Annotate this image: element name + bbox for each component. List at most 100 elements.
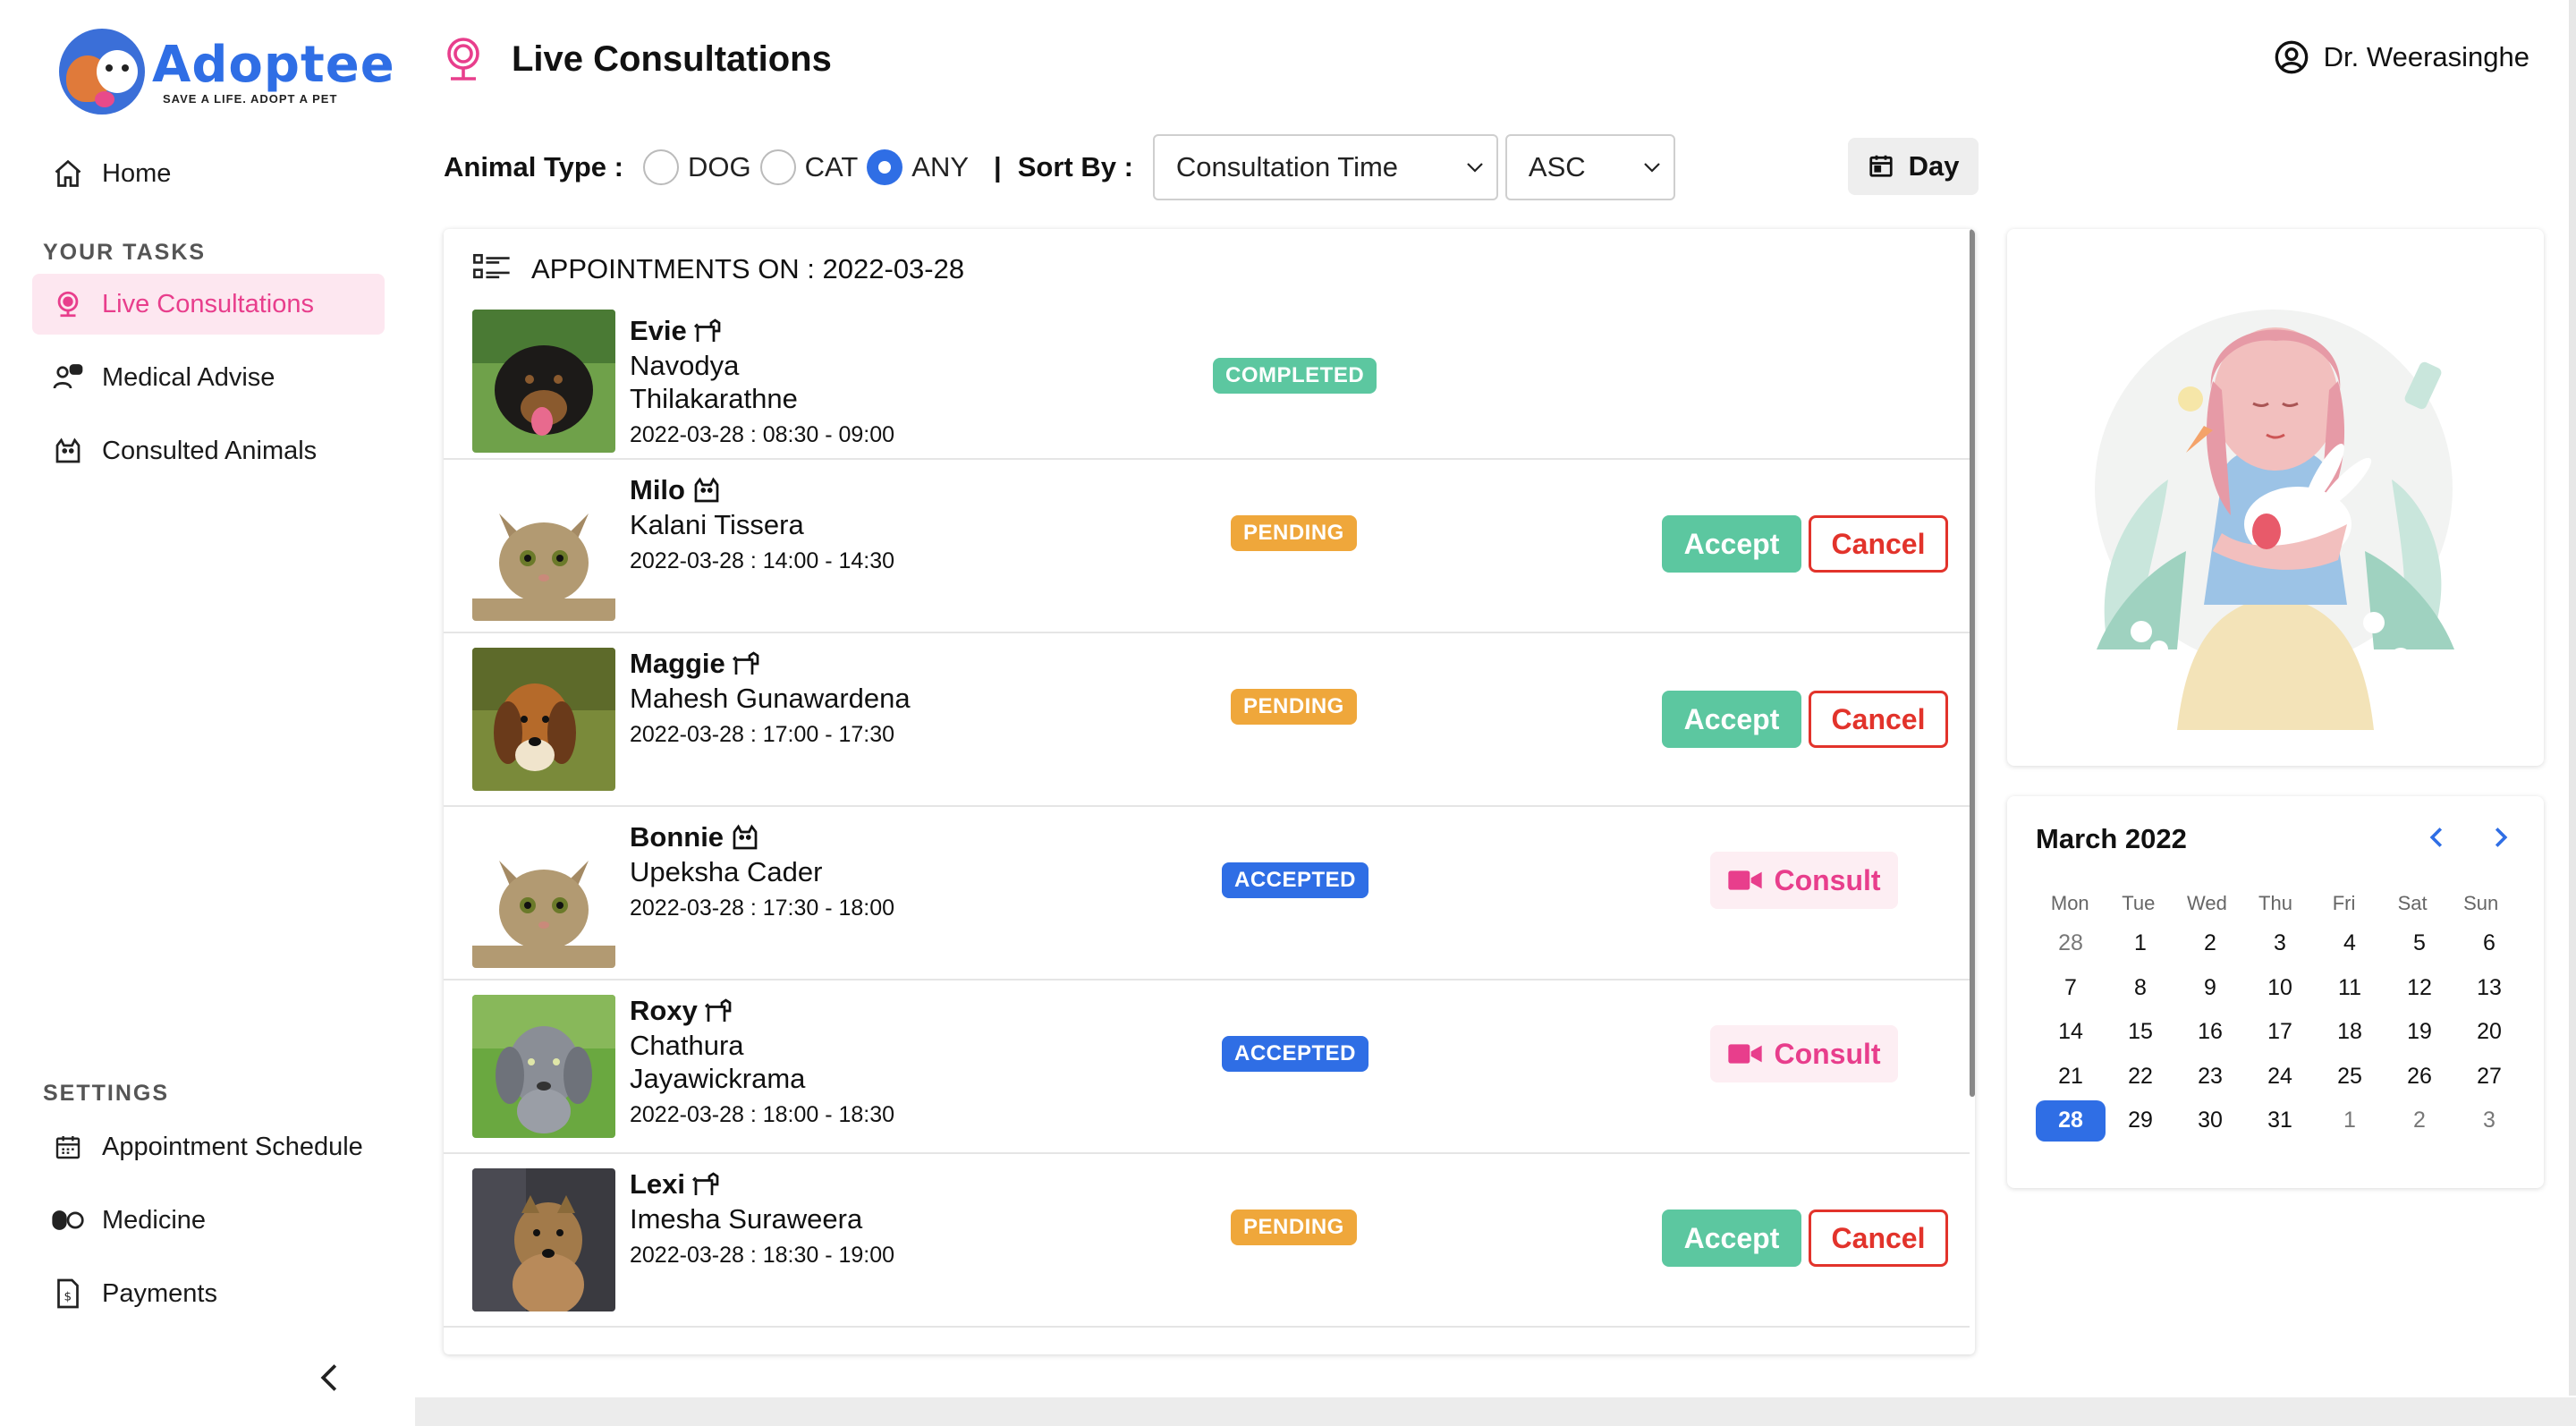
- cancel-button[interactable]: Cancel: [1809, 691, 1948, 748]
- calendar-icon: [50, 1129, 86, 1165]
- calendar-day[interactable]: 4: [2315, 923, 2385, 964]
- sort-field-select[interactable]: Consultation Time: [1152, 134, 1498, 200]
- appointment-row: Roxy Chathura Jayawickrama 2022-03-28 : …: [444, 980, 1970, 1154]
- accept-button[interactable]: Accept: [1662, 515, 1801, 573]
- radio-label: CAT: [804, 151, 859, 182]
- appointments-card: APPOINTMENTS ON : 2022-03-28 Evie Navody…: [444, 229, 1975, 1354]
- accept-button[interactable]: Accept: [1662, 691, 1801, 748]
- calendar-day[interactable]: 26: [2385, 1056, 2454, 1097]
- weekday-label: Sun: [2463, 892, 2499, 914]
- accept-button[interactable]: Accept: [1662, 1210, 1801, 1267]
- user-name: Dr. Weerasinghe: [2323, 41, 2529, 72]
- appointment-time: 2022-03-28 : 18:00 - 18:30: [630, 1102, 895, 1127]
- calendar-day[interactable]: 28: [2036, 923, 2106, 964]
- appointments-scrollbar[interactable]: [1970, 229, 1975, 1097]
- pet-name: Maggie: [630, 648, 725, 679]
- cat-icon: [50, 433, 86, 469]
- calendar-day[interactable]: 1: [2315, 1100, 2385, 1142]
- sidebar-item-label: Consulted Animals: [102, 436, 318, 465]
- calendar-day[interactable]: 30: [2175, 1100, 2245, 1142]
- sidebar-item-live-consultations[interactable]: Live Consultations: [32, 274, 385, 335]
- radio-dog[interactable]: DOG: [642, 149, 755, 185]
- calendar-day[interactable]: 2: [2175, 923, 2245, 964]
- pet-name: Evie: [630, 315, 687, 346]
- calendar-day[interactable]: 23: [2175, 1056, 2245, 1097]
- brand-tagline: SAVE A LIFE. ADOPT A PET: [163, 91, 338, 106]
- calendar-day[interactable]: 25: [2315, 1056, 2385, 1097]
- calendar-week-row: 21 22 23 24 25 26 27: [2036, 1055, 2515, 1099]
- sidebar-item-medicine[interactable]: Medicine: [32, 1190, 385, 1251]
- pet-name-line: Evie: [630, 313, 894, 349]
- page-scrollbar[interactable]: [2569, 0, 2576, 1396]
- calendar-next-button[interactable]: [2485, 819, 2517, 855]
- radio-cat[interactable]: CAT: [759, 149, 862, 185]
- sidebar-item-medical-advise[interactable]: Medical Advise: [32, 347, 385, 408]
- calendar-day[interactable]: 13: [2454, 967, 2524, 1008]
- dog-icon: [693, 318, 721, 342]
- calendar-day[interactable]: 1: [2106, 923, 2175, 964]
- sidebar-item-home[interactable]: Home: [32, 143, 385, 204]
- calendar-day[interactable]: 19: [2385, 1012, 2454, 1053]
- sidebar-item-payments[interactable]: $ Payments: [32, 1263, 385, 1324]
- collapse-sidebar-button[interactable]: [313, 1360, 345, 1396]
- status-badge: PENDING: [1231, 689, 1357, 725]
- calendar-day[interactable]: 29: [2106, 1100, 2175, 1142]
- calendar-day[interactable]: 22: [2106, 1056, 2175, 1097]
- calendar-day[interactable]: 12: [2385, 967, 2454, 1008]
- appointment-row: Evie Navodya Thilakarathne 2022-03-28 : …: [444, 297, 1970, 460]
- calendar-day[interactable]: 14: [2036, 1012, 2106, 1053]
- user-menu[interactable]: Dr. Weerasinghe: [2274, 39, 2529, 75]
- consult-button[interactable]: Consult: [1710, 1025, 1898, 1082]
- sidebar-item-appointment-schedule[interactable]: Appointment Schedule: [32, 1116, 385, 1177]
- calendar-day[interactable]: 31: [2245, 1100, 2315, 1142]
- calendar-day[interactable]: 18: [2315, 1012, 2385, 1053]
- calendar-day[interactable]: 8: [2106, 967, 2175, 1008]
- calendar-day-selected[interactable]: 28: [2036, 1099, 2106, 1142]
- calendar-day[interactable]: 2: [2385, 1100, 2454, 1142]
- calendar-day[interactable]: 24: [2245, 1056, 2315, 1097]
- calendar-day[interactable]: 10: [2245, 967, 2315, 1008]
- appointment-row: Lexi Imesha Suraweera 2022-03-28 : 18:30…: [444, 1154, 1970, 1328]
- calendar-week-row: 7 8 9 10 11 12 13: [2036, 966, 2515, 1011]
- sidebar-item-consulted-animals[interactable]: Consulted Animals: [32, 420, 385, 481]
- calendar-month-title: March 2022: [2036, 823, 2187, 854]
- horizontal-scrollbar[interactable]: [415, 1397, 2576, 1426]
- radio-circle-selected[interactable]: [867, 149, 903, 185]
- calendar-day[interactable]: 7: [2036, 967, 2106, 1008]
- calendar-day[interactable]: 17: [2245, 1012, 2315, 1053]
- cancel-button[interactable]: Cancel: [1809, 1210, 1948, 1267]
- sort-order-select[interactable]: ASC: [1504, 134, 1675, 200]
- calendar-day[interactable]: 16: [2175, 1012, 2245, 1053]
- calendar-day[interactable]: 3: [2454, 1100, 2524, 1142]
- invoice-icon: $: [50, 1276, 86, 1311]
- status-badge: PENDING: [1231, 515, 1357, 551]
- weekday-label: Thu: [2258, 892, 2292, 914]
- radio-circle[interactable]: [642, 149, 679, 185]
- owner-name: Upeksha Cader: [630, 856, 823, 887]
- calendar-day[interactable]: 11: [2315, 967, 2385, 1008]
- calendar-day[interactable]: 20: [2454, 1012, 2524, 1053]
- weekday-label: Sat: [2397, 892, 2428, 914]
- calendar-day[interactable]: 21: [2036, 1056, 2106, 1097]
- calendar-day[interactable]: 6: [2454, 923, 2524, 964]
- radio-any[interactable]: ANY: [867, 149, 972, 185]
- weekday-label: Tue: [2122, 892, 2156, 914]
- cancel-button[interactable]: Cancel: [1809, 515, 1948, 573]
- calendar-day[interactable]: 5: [2385, 923, 2454, 964]
- consult-label: Consult: [1774, 1037, 1881, 1070]
- section-label-settings: SETTINGS: [43, 1081, 170, 1106]
- home-icon: [50, 156, 86, 191]
- webcam-icon: [442, 36, 485, 82]
- consult-button[interactable]: Consult: [1710, 852, 1898, 909]
- pet-photo: [472, 310, 615, 453]
- calendar-day[interactable]: 9: [2175, 967, 2245, 1008]
- app-logo[interactable]: Adoptee SAVE A LIFE. ADOPT A PET: [59, 29, 395, 115]
- people-chat-icon: [50, 360, 86, 395]
- calendar-day[interactable]: 27: [2454, 1056, 2524, 1097]
- radio-circle[interactable]: [759, 149, 796, 185]
- calendar-day[interactable]: 3: [2245, 923, 2315, 964]
- calendar-prev-button[interactable]: [2420, 819, 2453, 855]
- calendar-day[interactable]: 15: [2106, 1012, 2175, 1053]
- day-view-button[interactable]: Day: [1848, 138, 1979, 195]
- logo-mark-icon: [59, 29, 145, 115]
